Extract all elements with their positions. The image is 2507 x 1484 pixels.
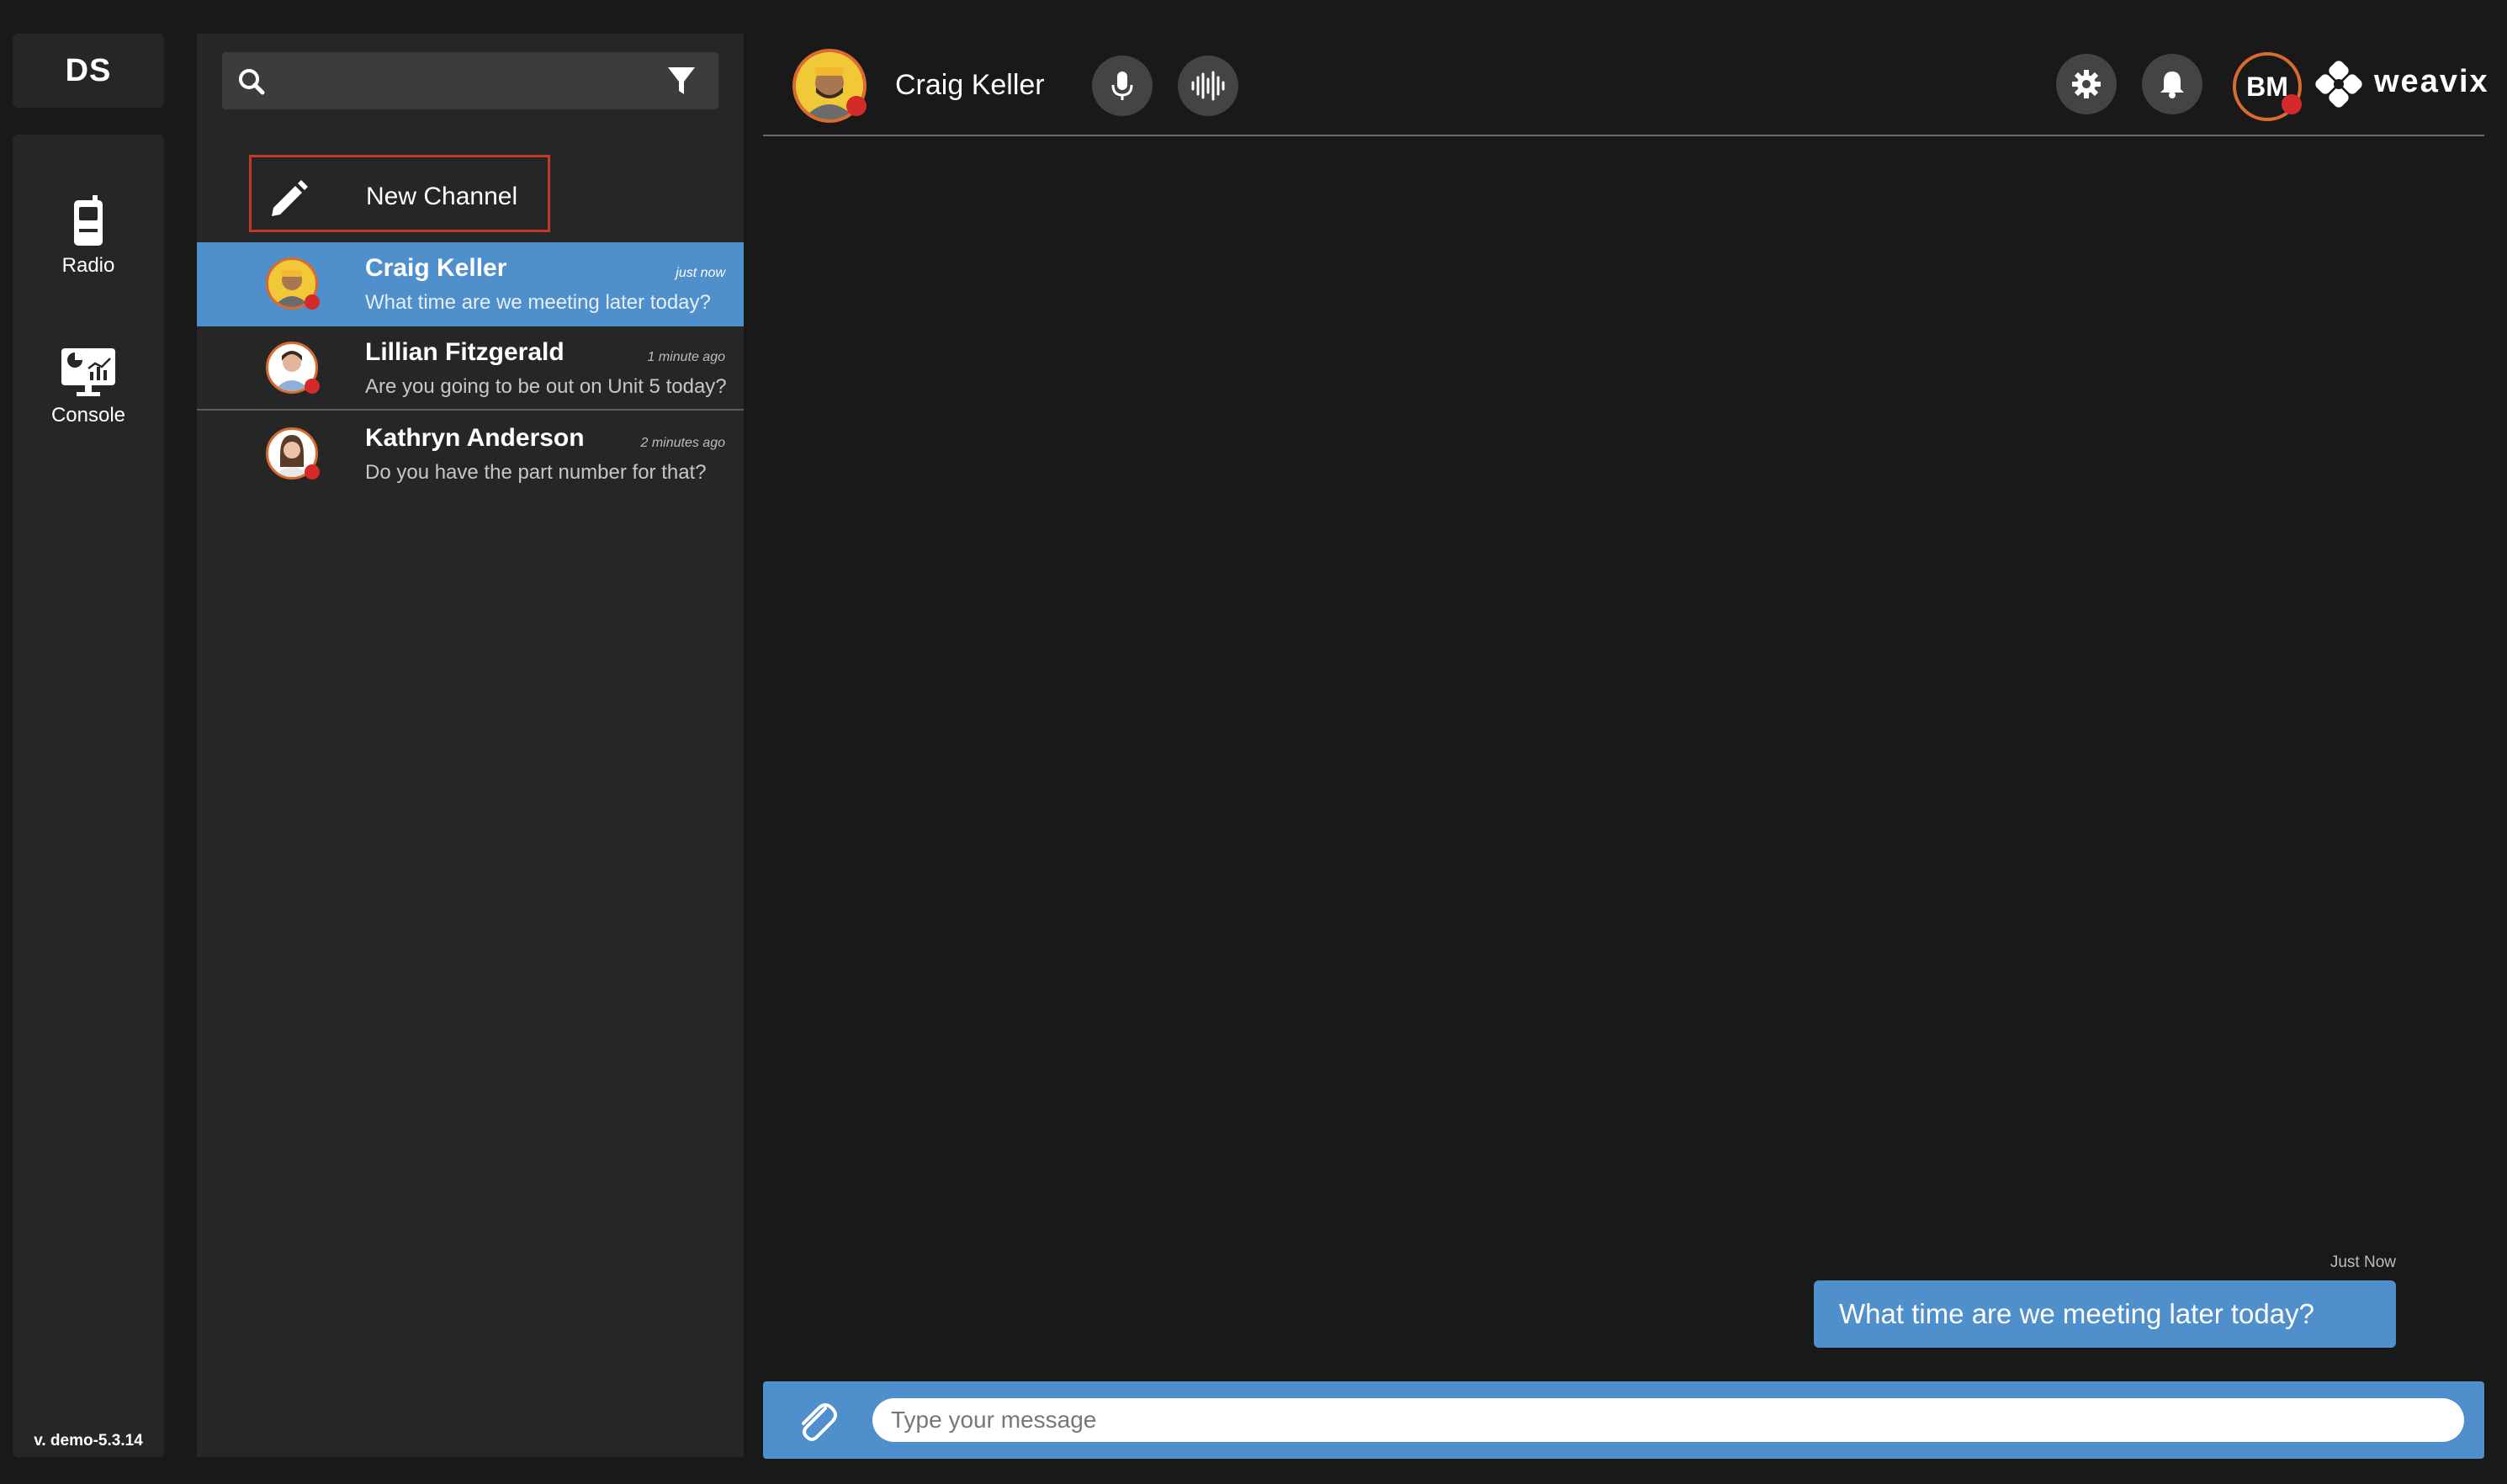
console-monitor-icon [61, 348, 115, 396]
search-input[interactable] [274, 52, 648, 111]
message-text: What time are we meeting later today? [1839, 1298, 2314, 1329]
contact-name: Craig Keller [895, 69, 1045, 101]
nav-item-console-label: Console [50, 404, 126, 427]
conversation-time: just now [676, 266, 725, 280]
voice-wave-button[interactable] [1178, 56, 1238, 116]
conversation-item-kathryn-anderson[interactable]: Kathryn Anderson 2 minutes ago Do you ha… [197, 412, 744, 496]
conversation-item-lillian-fitzgerald[interactable]: Lillian Fitzgerald 1 minute ago Are you … [197, 326, 744, 411]
brand-name: weavix [2374, 64, 2489, 99]
pencil-icon [272, 180, 308, 216]
notifications-button[interactable] [2142, 54, 2202, 114]
microphone-icon [1111, 72, 1133, 100]
conversation-time: 1 minute ago [647, 350, 725, 364]
search-icon [239, 69, 265, 95]
message-composer [763, 1381, 2484, 1459]
nav-item-radio[interactable]: Radio [13, 195, 164, 278]
message-input[interactable] [872, 1398, 2464, 1442]
channel-list-panel: New Channel Craig Keller just now What t… [197, 34, 744, 1457]
new-channel-button[interactable]: New Channel [249, 155, 550, 232]
conversation-name: Craig Keller [365, 254, 507, 282]
left-nav-rail: Radio Console v. demo-5.3.14 [13, 135, 164, 1457]
paperclip-icon[interactable] [793, 1397, 839, 1444]
status-dot [305, 379, 320, 394]
nav-item-radio-label: Radio [61, 254, 115, 277]
conversation-name: Lillian Fitzgerald [365, 338, 564, 366]
status-dot [305, 294, 320, 310]
radio-device-icon [74, 195, 103, 246]
conversation-preview: Do you have the part number for that? [365, 461, 707, 484]
search-bar [222, 52, 718, 111]
settings-button[interactable] [2056, 54, 2117, 114]
conversation-item-craig-keller[interactable]: Craig Keller just now What time are we m… [197, 242, 744, 326]
message-timestamp: Just Now [2329, 1253, 2396, 1271]
nav-item-console[interactable]: Console [13, 347, 164, 427]
status-dot [305, 464, 320, 480]
version-label: v. demo-5.3.14 [34, 1432, 143, 1450]
header-divider [763, 135, 2484, 136]
filter-icon[interactable] [666, 66, 697, 98]
bell-icon [2160, 72, 2184, 98]
conversation-preview: What time are we meeting later today? [365, 291, 711, 314]
user-initials: BM [2246, 71, 2288, 102]
conversation-preview: Are you going to be out on Unit 5 today? [365, 375, 727, 398]
conversation-time: 2 minutes ago [640, 436, 725, 450]
app-logo-text: DS [65, 52, 112, 88]
weavix-logo-icon [2315, 61, 2362, 108]
user-status-dot [2282, 94, 2302, 114]
soundwave-icon [1191, 71, 1225, 101]
conversation-name: Kathryn Anderson [365, 424, 585, 452]
message-bubble: What time are we meeting later today? [1814, 1280, 2396, 1348]
microphone-button[interactable] [1092, 56, 1153, 116]
gear-icon [2072, 70, 2101, 98]
contact-status-dot [846, 96, 867, 116]
new-channel-label: New Channel [366, 183, 518, 210]
app-logo: DS [13, 34, 164, 108]
